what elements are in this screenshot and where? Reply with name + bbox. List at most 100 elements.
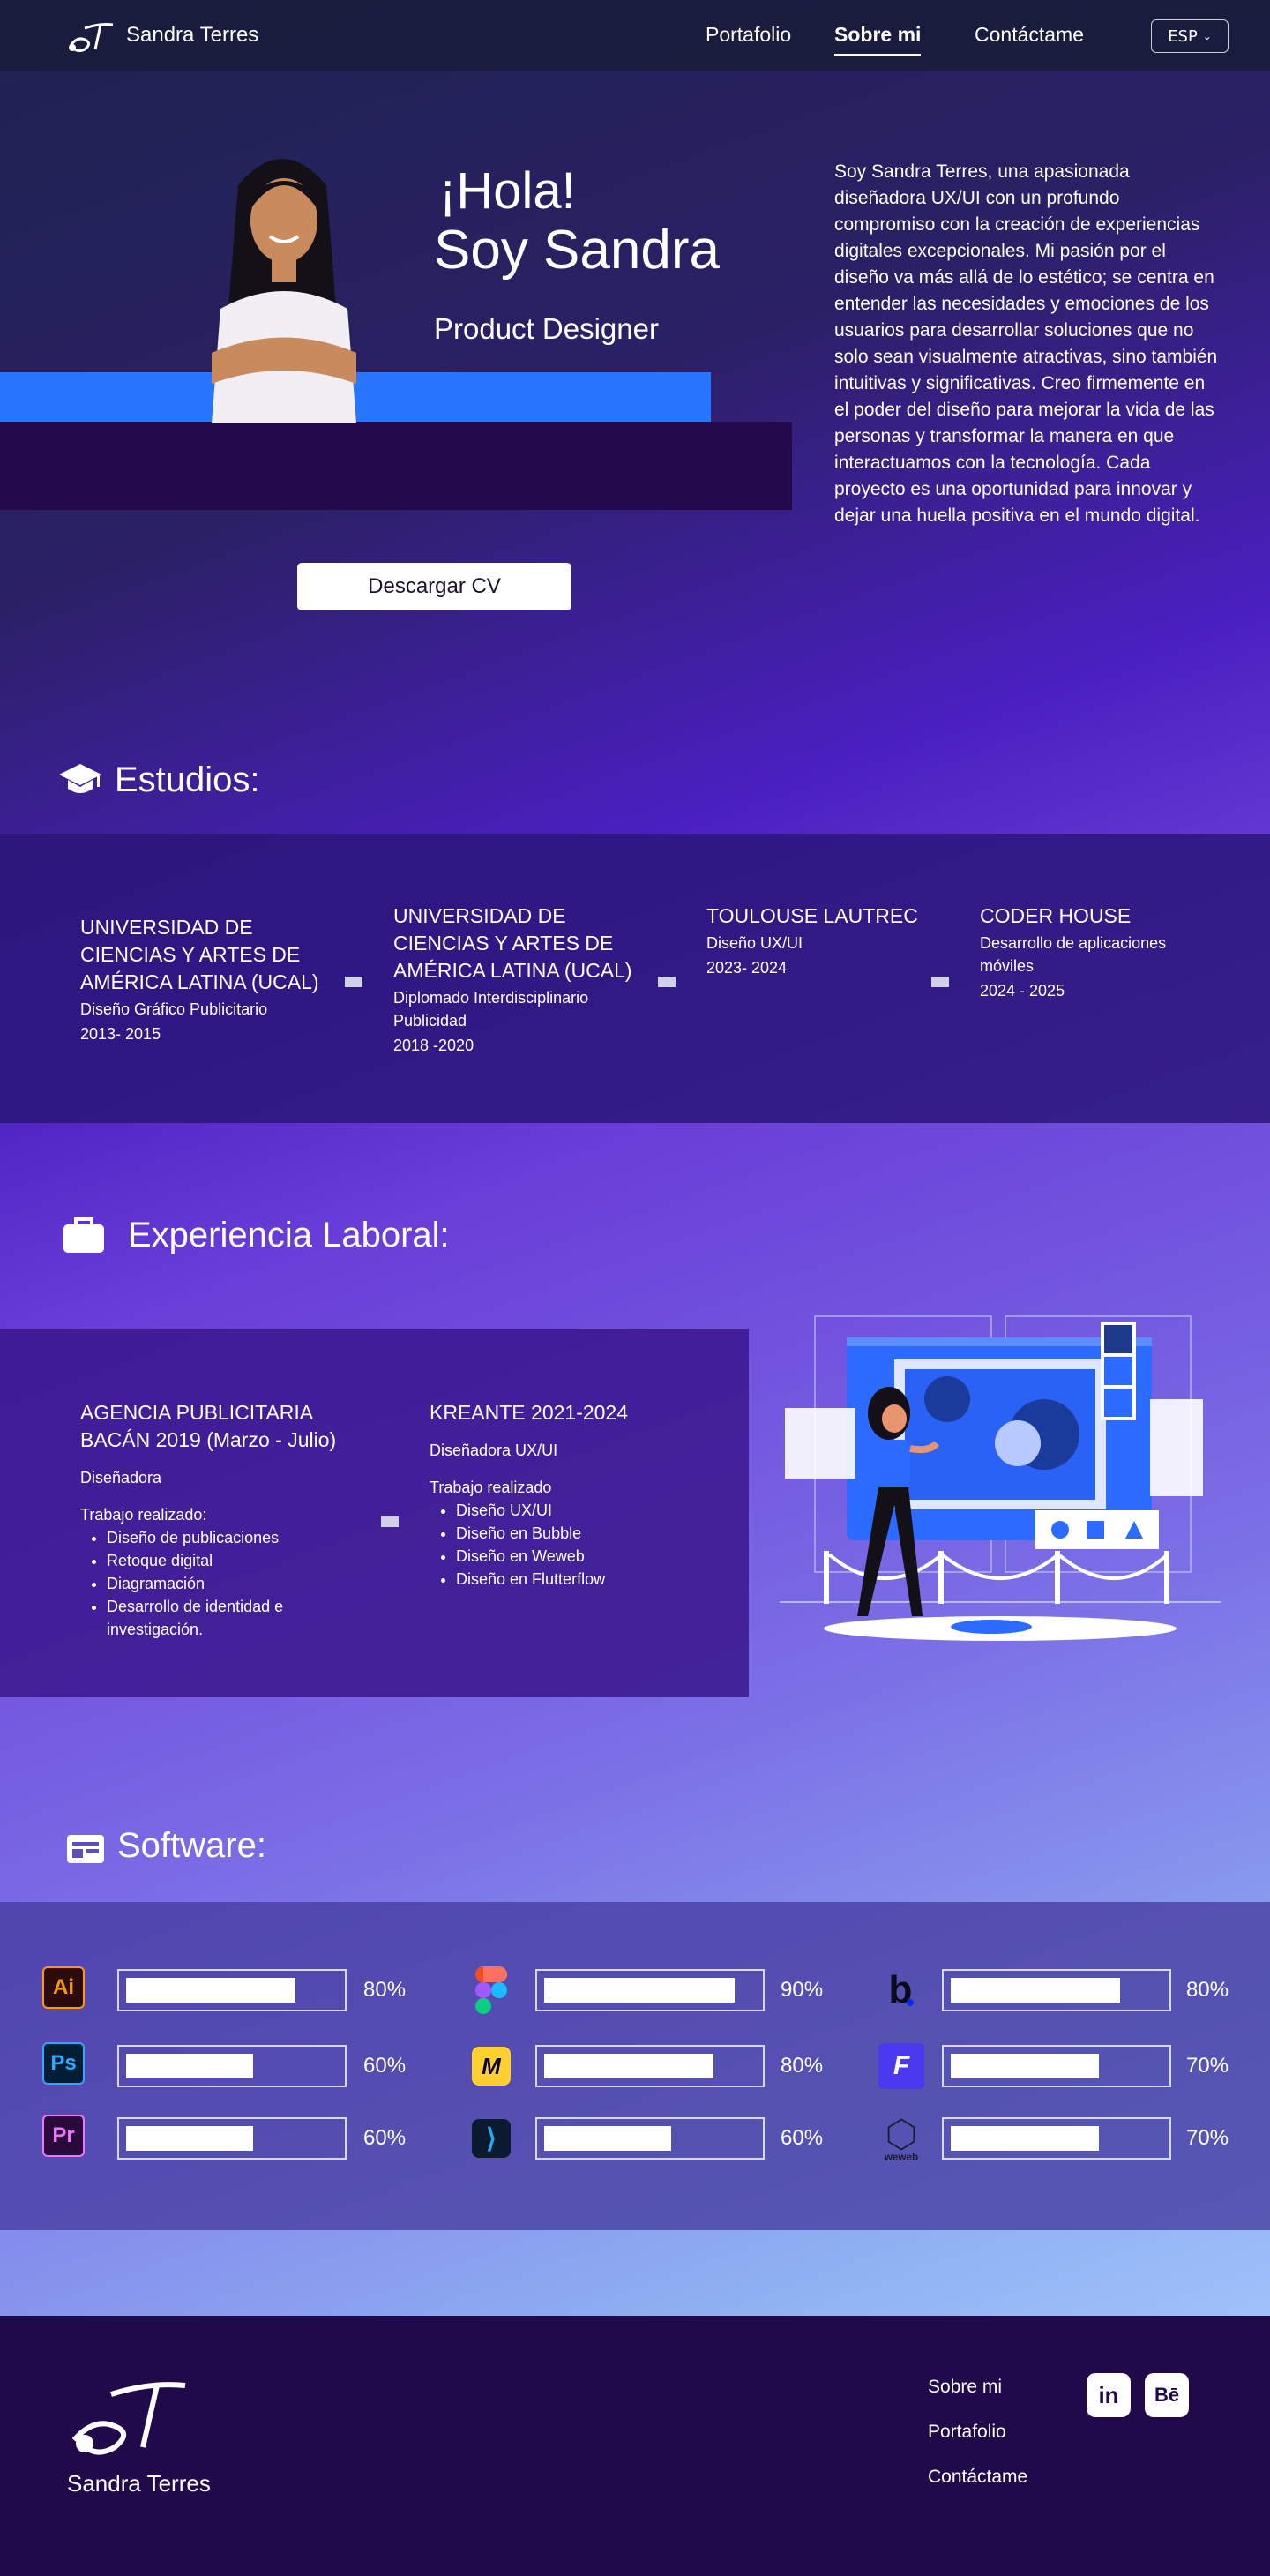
skill-bar-fill <box>951 2054 1099 2078</box>
skill-bar <box>117 2117 347 2160</box>
timeline-dash <box>658 977 676 987</box>
nav-link-contactame[interactable]: Contáctame <box>975 23 1084 47</box>
bubble-icon: b <box>888 1968 915 2011</box>
footer-link-contactame[interactable]: Contáctame <box>928 2467 1027 2488</box>
skill-bar-fill <box>126 1978 295 2003</box>
skill-bar-fill <box>951 1978 1120 2003</box>
study-institution: UNIVERSIDAD DE CIENCIAS Y ARTES DE AMÉRI… <box>80 916 319 993</box>
task-item: Diseño de publicaciones <box>107 1526 362 1549</box>
skill-bar <box>117 1969 347 2011</box>
task-item: Diseño en Bubble <box>456 1522 712 1545</box>
st-logo-icon <box>71 2382 186 2455</box>
skill-bar-fill <box>126 2126 253 2151</box>
timeline-dash <box>345 977 362 987</box>
st-logo-icon[interactable] <box>65 19 115 53</box>
experience-company: KREANTE 2021-2024 <box>430 1401 629 1424</box>
experience-position: Diseñadora <box>80 1469 162 1486</box>
skill-percent: 70% <box>1186 2054 1229 2078</box>
study-detail: Desarrollo de aplicaciones móviles <box>980 934 1167 975</box>
footer-brand-name: Sandra Terres <box>67 2470 211 2497</box>
task-item: Retoque digital <box>107 1549 362 1572</box>
miro-icon: M <box>467 2042 515 2090</box>
task-item: Desarrollo de identidad e investigación. <box>107 1595 362 1641</box>
skill-bar-fill <box>544 1978 735 2003</box>
study-detail: Diplomado Interdisciplinario Publicidad <box>393 989 589 1030</box>
studies-title: Estudios: <box>115 760 260 799</box>
behance-icon[interactable]: Bē <box>1145 2373 1189 2417</box>
study-institution: UNIVERSIDAD DE CIENCIAS Y ARTES DE AMÉRI… <box>393 904 632 982</box>
skill-bar-fill <box>951 2126 1099 2151</box>
skill-percent: 80% <box>781 2054 824 2078</box>
task-item: Diagramación <box>107 1572 362 1595</box>
study-detail: Diseño UX/UI <box>706 934 803 952</box>
timeline-dash <box>931 977 949 987</box>
skill-percent: 60% <box>363 2054 407 2078</box>
task-item: Diseño en Weweb <box>456 1545 712 1568</box>
photoshop-icon: Ps <box>42 2042 85 2085</box>
vscode-icon: ⟩ <box>467 2115 515 2162</box>
flutterflow-icon: F <box>878 2042 925 2090</box>
study-years: 2024 - 2025 <box>980 982 1065 1000</box>
experience-title: Experiencia Laboral: <box>128 1216 450 1254</box>
skill-bar <box>535 2117 765 2160</box>
experience-item: KREANTE 2021-2024 Diseñadora UX/UI Traba… <box>430 1399 712 1591</box>
illustrator-icon: Ai <box>42 1966 85 2009</box>
experience-task-list: Diseño de publicaciones Retoque digital … <box>80 1526 362 1641</box>
skill-percent: 60% <box>363 2126 407 2150</box>
chevron-down-icon: ⌄ <box>1202 30 1212 42</box>
experience-work-label: Trabajo realizado: <box>80 1506 207 1524</box>
footer-link-sobre-mi[interactable]: Sobre mi <box>928 2377 1002 2398</box>
nav-link-sobre-mi[interactable]: Sobre mi <box>834 23 922 56</box>
app-window-icon <box>67 1835 104 1863</box>
hero-greeting: ¡Hola! <box>439 162 576 220</box>
hero-role: Product Designer <box>434 312 659 345</box>
briefcase-icon <box>64 1217 104 1253</box>
language-value: ESP <box>1168 26 1198 46</box>
hero-dark-bar <box>0 422 792 510</box>
experience-position: Diseñadora UX/UI <box>430 1442 558 1459</box>
experience-item: AGENCIA PUBLICITARIA BACÁN 2019 (Marzo -… <box>80 1399 362 1641</box>
skill-bar-fill <box>544 2126 671 2151</box>
nav-link-portafolio[interactable]: Portafolio <box>706 23 791 47</box>
study-item: UNIVERSIDAD DE CIENCIAS Y ARTES DE AMÉRI… <box>393 902 640 1057</box>
svg-text:weweb: weweb <box>884 2152 918 2163</box>
profile-photo <box>212 159 356 423</box>
software-title: Software: <box>117 1826 266 1865</box>
skill-bar <box>535 2045 765 2087</box>
skill-bar-fill <box>544 2054 713 2078</box>
graduation-cap-icon <box>59 764 101 793</box>
study-detail: Diseño Gráfico Publicitario <box>80 1000 268 1018</box>
weweb-icon: weweb <box>878 2115 925 2163</box>
experience-task-list: Diseño UX/UI Diseño en Bubble Diseño en … <box>430 1499 712 1591</box>
skill-percent: 90% <box>781 1978 824 2002</box>
study-years: 2018 -2020 <box>393 1037 474 1054</box>
footer <box>0 2316 1270 2576</box>
footer-link-portafolio[interactable]: Portafolio <box>928 2422 1006 2443</box>
study-item: UNIVERSIDAD DE CIENCIAS Y ARTES DE AMÉRI… <box>80 914 327 1045</box>
language-select[interactable]: ESP ⌄ <box>1151 19 1229 53</box>
hero-bio: Soy Sandra Terres, una apasionada diseña… <box>834 161 1218 526</box>
download-cv-button[interactable]: Descargar CV <box>297 563 572 610</box>
premiere-icon: Pr <box>42 2115 85 2157</box>
study-institution: CODER HOUSE <box>980 904 1132 927</box>
study-item: TOULOUSE LAUTREC Diseño UX/UI 2023- 2024 <box>706 902 936 979</box>
timeline-dash <box>381 1516 399 1527</box>
task-item: Diseño en Flutterflow <box>456 1568 712 1591</box>
experience-work-label: Trabajo realizado <box>430 1479 552 1496</box>
task-item: Diseño UX/UI <box>456 1499 712 1522</box>
skill-percent: 80% <box>1186 1978 1229 2002</box>
study-item: CODER HOUSE Desarrollo de aplicaciones m… <box>980 902 1209 1002</box>
skill-bar <box>942 1969 1171 2011</box>
skill-percent: 60% <box>781 2126 824 2150</box>
hero-name: Soy Sandra <box>434 220 720 281</box>
skill-percent: 80% <box>363 1978 407 2002</box>
skill-bar <box>535 1969 765 2011</box>
gallery-illustration <box>780 1315 1221 1641</box>
brand-name[interactable]: Sandra Terres <box>126 23 258 48</box>
figma-icon <box>467 1966 515 2014</box>
skill-bar-fill <box>126 2054 253 2078</box>
linkedin-icon[interactable]: in <box>1087 2373 1131 2417</box>
study-years: 2023- 2024 <box>706 959 788 977</box>
skill-bar <box>942 2117 1171 2160</box>
skill-percent: 70% <box>1186 2126 1229 2150</box>
